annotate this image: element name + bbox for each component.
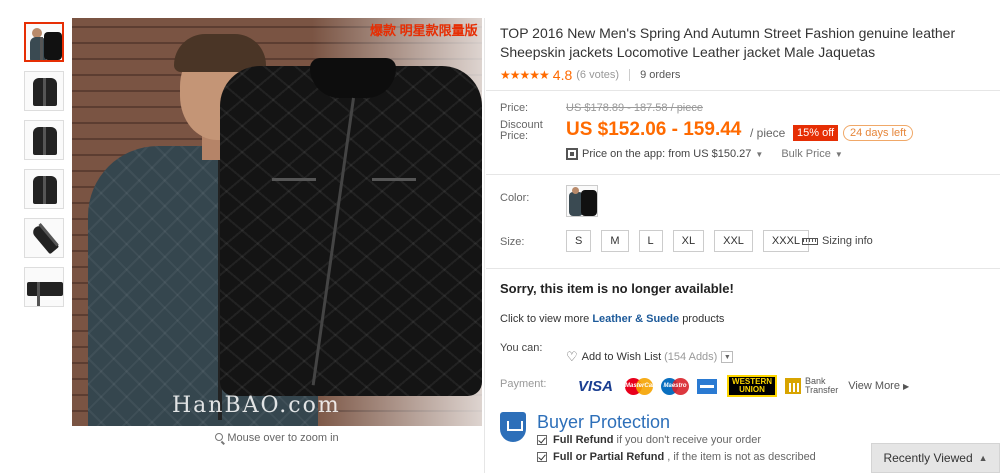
column-divider bbox=[484, 18, 485, 473]
product-info: TOP 2016 New Men's Spring And Autumn Str… bbox=[500, 24, 990, 84]
jacket-collar bbox=[310, 58, 396, 98]
thumbnail-image bbox=[30, 223, 60, 255]
zoom-hint-text: Mouse over to zoom in bbox=[227, 432, 339, 444]
app-price[interactable]: Price on the app: from US $150.27 ▼ Bulk… bbox=[566, 148, 843, 160]
payment-label: Payment: bbox=[500, 378, 547, 390]
size-option-m[interactable]: M bbox=[601, 230, 629, 252]
rating-row: ★★★★★ 4.8 (6 votes) 9 orders bbox=[500, 66, 990, 84]
maestro-icon: Maestro bbox=[661, 377, 690, 395]
category-link[interactable]: Leather & Suede bbox=[592, 313, 679, 325]
checkbox-icon bbox=[537, 435, 547, 445]
separator bbox=[629, 69, 631, 81]
app-price-text: Price on the app: from US $150.27 bbox=[582, 148, 752, 160]
discount-price-label: Discount Price: bbox=[500, 119, 543, 142]
swatch-image bbox=[572, 187, 579, 194]
promo-tag: 爆款 明星款限量版 bbox=[370, 23, 478, 38]
view-more-payment-link[interactable]: View More ▶ bbox=[848, 380, 909, 392]
view-more-suffix: products bbox=[682, 313, 725, 325]
maestro-text: Maestro bbox=[663, 382, 687, 389]
magnifier-icon bbox=[215, 433, 224, 441]
heart-icon: ♡ bbox=[566, 349, 578, 364]
partial-refund-bold: Full or Partial Refund bbox=[553, 451, 665, 463]
size-option-xl[interactable]: XL bbox=[672, 230, 705, 252]
add-to-wish-list[interactable]: ♡ Add to Wish List (154 Adds) ▼ bbox=[566, 349, 734, 365]
jacket-pocket bbox=[272, 178, 316, 181]
shield-icon bbox=[500, 412, 526, 442]
divider bbox=[486, 90, 1000, 91]
divider bbox=[486, 268, 1000, 269]
size-label: Size: bbox=[500, 236, 525, 248]
thumbnail-image bbox=[33, 78, 57, 106]
partial-refund-text: , if the item is not as described bbox=[667, 451, 816, 463]
recently-viewed-button[interactable]: Recently Viewed ▲ bbox=[871, 443, 1000, 473]
chevron-up-icon: ▲ bbox=[978, 453, 988, 463]
view-more-products: Click to view more Leather & Suede produ… bbox=[500, 313, 724, 325]
color-swatch[interactable] bbox=[566, 185, 598, 217]
thumbnail-image bbox=[27, 282, 63, 306]
thumbnail-image bbox=[44, 32, 62, 60]
recently-viewed-label: Recently Viewed bbox=[883, 451, 973, 465]
you-can-label: You can: bbox=[500, 342, 543, 354]
swatch-image bbox=[581, 190, 597, 216]
payment-methods: VISA MasterCard Maestro WESTERN UNION Ban… bbox=[578, 375, 909, 397]
thumbnail-image bbox=[33, 176, 57, 204]
amex-icon bbox=[697, 378, 718, 394]
jacket-pocket bbox=[372, 178, 416, 181]
size-option-xxl[interactable]: XXL bbox=[714, 230, 753, 252]
buyer-protection-title: Buyer Protection bbox=[537, 412, 671, 432]
full-refund-text: if you don't receive your order bbox=[616, 434, 762, 446]
bank-transfer-icon: Bank Transfer bbox=[785, 377, 838, 395]
thumbnail-image bbox=[33, 127, 57, 155]
thumbnail-2[interactable] bbox=[24, 71, 64, 111]
original-price: US $178.89 - 187.58 / piece bbox=[566, 102, 703, 114]
western-union-icon: WESTERN UNION bbox=[727, 375, 778, 397]
image-watermark: HanBAO.com bbox=[172, 393, 341, 418]
full-refund-line: Full Refund if you don't receive your or… bbox=[537, 434, 761, 446]
size-option-s[interactable]: S bbox=[566, 230, 592, 252]
product-title: TOP 2016 New Men's Spring And Autumn Str… bbox=[500, 25, 956, 60]
discount-badge: 15% off bbox=[793, 125, 839, 141]
discount-price: US $152.06 - 159.44 bbox=[566, 119, 742, 140]
main-product-image[interactable]: 爆款 明星款限量版 HanBAO.com bbox=[72, 18, 482, 426]
rating-value: 4.8 bbox=[552, 67, 573, 83]
thumbnail-6[interactable] bbox=[24, 267, 64, 307]
divider bbox=[486, 174, 1000, 175]
orders-count: 9 orders bbox=[640, 69, 681, 81]
partial-refund-line: Full or Partial Refund , if the item is … bbox=[537, 451, 816, 463]
chevron-down-icon: ▼ bbox=[834, 149, 843, 159]
full-refund-bold: Full Refund bbox=[553, 434, 614, 446]
western-union-bottom: UNION bbox=[739, 385, 765, 394]
thumbnail-3[interactable] bbox=[24, 120, 64, 160]
wish-count: (154 Adds) bbox=[664, 351, 718, 363]
sizing-info-link[interactable]: Sizing info bbox=[802, 235, 873, 247]
checkbox-icon bbox=[537, 452, 547, 462]
star-rating-icon: ★★★★★ bbox=[500, 68, 550, 82]
price-label: Price: bbox=[500, 102, 529, 114]
ruler-icon bbox=[802, 237, 818, 245]
view-more-prefix: Click to view more bbox=[500, 313, 590, 325]
bank-icon bbox=[785, 378, 802, 394]
thumbnail-1[interactable] bbox=[24, 22, 64, 62]
mastercard-text: MasterCard bbox=[625, 382, 659, 389]
zoom-hint: Mouse over to zoom in bbox=[72, 432, 482, 444]
chevron-down-icon[interactable]: ▼ bbox=[721, 351, 734, 363]
thumbnail-list bbox=[24, 22, 66, 316]
color-label: Color: bbox=[500, 192, 530, 204]
size-option-l[interactable]: L bbox=[638, 230, 663, 252]
days-left-badge: 24 days left bbox=[843, 125, 914, 141]
price-unit: / piece bbox=[750, 126, 786, 140]
bulk-price-dropdown[interactable]: Bulk Price bbox=[781, 148, 831, 160]
votes-link[interactable]: (6 votes) bbox=[576, 69, 619, 81]
visa-icon: VISA bbox=[578, 377, 614, 395]
sizing-info-text: Sizing info bbox=[822, 235, 873, 247]
bank-transfer-text: Bank Transfer bbox=[805, 376, 839, 395]
size-options: S M L XL XXL XXXL bbox=[566, 230, 819, 252]
mastercard-icon: MasterCard bbox=[625, 377, 659, 395]
wish-list-text: Add to Wish List bbox=[581, 351, 662, 363]
thumbnail-5[interactable] bbox=[24, 218, 64, 258]
chevron-down-icon: ▼ bbox=[755, 149, 764, 159]
unavailable-message: Sorry, this item is no longer available! bbox=[500, 281, 734, 296]
thumbnail-4[interactable] bbox=[24, 169, 64, 209]
qr-code-icon bbox=[566, 148, 578, 160]
